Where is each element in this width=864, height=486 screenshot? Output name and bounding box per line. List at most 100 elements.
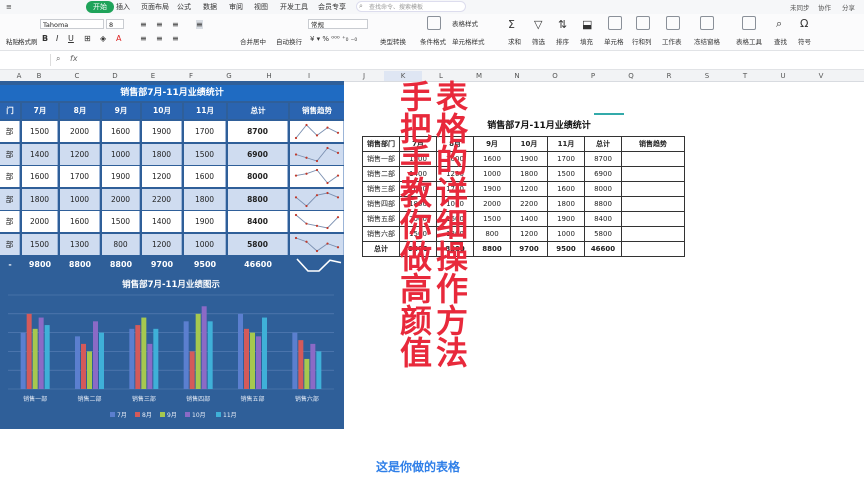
plain-table-cell[interactable] — [621, 211, 685, 227]
plain-table-cell[interactable]: 2000 — [473, 196, 511, 212]
plain-table-cell[interactable]: 1900 — [473, 181, 511, 197]
conditional-format-button[interactable]: 条件格式 — [420, 36, 446, 46]
font-color-icon[interactable]: A — [116, 34, 121, 43]
styled-table-cell[interactable]: 部 — [0, 121, 20, 142]
styled-table-cell[interactable]: 1400 — [142, 211, 182, 232]
align-bottom-icon[interactable]: ≡ — [172, 20, 179, 29]
styled-table-cell[interactable]: 2200 — [142, 188, 182, 210]
styled-total-cell[interactable]: 8800 — [102, 256, 140, 274]
plain-table-cell[interactable]: 1000 — [473, 166, 511, 182]
styled-table-row[interactable]: 部 1400 1200 1000 1800 1500 6900 — [0, 143, 344, 165]
menu-data[interactable]: 数据 — [203, 2, 217, 12]
zoom-formula-icon[interactable]: ⌕ — [56, 54, 60, 64]
styled-table-cell[interactable]: 2000 — [102, 188, 140, 210]
styled-table-cell[interactable]: 1000 — [60, 188, 100, 210]
column-header-b[interactable]: B — [20, 71, 58, 81]
styled-header-cell[interactable]: 门 — [0, 103, 20, 119]
column-header-q[interactable]: Q — [612, 71, 650, 81]
align-middle-icon[interactable]: ≡ — [156, 20, 163, 29]
styled-header-cell[interactable]: 总计 — [228, 103, 288, 119]
sheet-button[interactable]: 工作表 — [662, 36, 682, 46]
styled-table-cell[interactable]: 800 — [102, 233, 140, 255]
sync-status[interactable]: 未同步 — [790, 2, 810, 12]
styled-table-cell[interactable]: 1800 — [142, 143, 182, 165]
column-header-f[interactable]: F — [172, 71, 210, 81]
plain-table-cell[interactable]: 2200 — [510, 196, 548, 212]
column-header-o[interactable]: O — [536, 71, 574, 81]
rowcol-button[interactable]: 行和列 — [632, 36, 652, 46]
underline-button[interactable]: U — [68, 34, 74, 43]
styled-header-cell[interactable]: 9月 — [102, 103, 140, 119]
styled-header-cell[interactable]: 7月 — [22, 103, 58, 119]
plain-table-cell[interactable]: 1200 — [510, 226, 548, 242]
plain-table-cell[interactable]: 1900 — [547, 211, 585, 227]
plain-table-cell[interactable] — [621, 241, 685, 257]
plain-table-cell[interactable]: 46600 — [584, 241, 622, 257]
plain-table-cell[interactable]: 8400 — [584, 211, 622, 227]
search-input[interactable]: 查找命令、搜索模板 — [356, 1, 466, 12]
plain-table-cell[interactable]: 销售二部 — [362, 166, 400, 182]
styled-total-cell[interactable]: 9700 — [142, 256, 182, 274]
symbol-button[interactable]: 符号 — [798, 36, 811, 46]
styled-header-cell[interactable]: 销售趋势 — [290, 103, 344, 119]
plain-table-cell[interactable]: 总计 — [584, 136, 622, 152]
column-header-r[interactable]: R — [650, 71, 688, 81]
styled-table-cell[interactable]: 1800 — [22, 188, 58, 210]
plain-table-cell[interactable]: 1800 — [547, 196, 585, 212]
plain-table-cell[interactable]: 1400 — [510, 211, 548, 227]
plain-table-cell[interactable]: 5800 — [584, 226, 622, 242]
styled-table-cell[interactable]: 1200 — [142, 233, 182, 255]
styled-table-cell[interactable]: 部 — [0, 166, 20, 187]
styled-table-cell[interactable]: 部 — [0, 233, 20, 255]
plain-table-cell[interactable]: 1900 — [510, 151, 548, 167]
italic-button[interactable]: I — [56, 34, 58, 43]
plain-table-cell[interactable]: 9500 — [547, 241, 585, 257]
cell-style-button[interactable]: 单元格样式 — [452, 36, 485, 46]
styled-header-cell[interactable]: 8月 — [60, 103, 100, 119]
styled-table-row[interactable]: 部 2000 1600 1500 1400 1900 8400 — [0, 211, 344, 232]
currency-icon[interactable]: ¥ ▾ % ⁰⁰⁰ ⁺₀ ₋₀ — [310, 35, 357, 43]
merge-center-button[interactable]: 合并居中 — [240, 36, 266, 46]
column-header-u[interactable]: U — [764, 71, 802, 81]
styled-header-cell[interactable]: 11月 — [184, 103, 226, 119]
sparkline-cell[interactable] — [290, 143, 344, 165]
styled-table-cell[interactable]: 1500 — [102, 211, 140, 232]
collab-button[interactable]: 协作 — [818, 2, 831, 12]
styled-table-cell[interactable]: 1500 — [184, 143, 226, 165]
styled-table-cell[interactable]: 部 — [0, 143, 20, 165]
font-name-select[interactable]: Tahoma — [40, 19, 104, 29]
plain-table-cell[interactable] — [621, 151, 685, 167]
find-button[interactable]: 查找 — [774, 36, 787, 46]
column-header-e[interactable]: E — [134, 71, 172, 81]
filter-button[interactable]: 筛选 — [532, 36, 545, 46]
styled-table-cell[interactable]: 1600 — [22, 166, 58, 187]
column-header-j[interactable]: J — [345, 71, 383, 81]
styled-table-cell[interactable]: 8400 — [228, 211, 288, 232]
menu-file[interactable]: ≡ — [6, 2, 12, 12]
table-style-button[interactable]: 表格样式 — [452, 18, 478, 28]
styled-table-cell[interactable]: 1500 — [22, 121, 58, 142]
plain-table-cell[interactable]: 9月 — [473, 136, 511, 152]
font-size-select[interactable]: 8 — [106, 19, 124, 29]
name-box[interactable] — [0, 54, 51, 66]
column-header-g[interactable]: G — [210, 71, 248, 81]
styled-total-cell[interactable]: 46600 — [228, 256, 288, 274]
menu-insert[interactable]: 插入 — [116, 2, 130, 12]
plain-table-cell[interactable]: 1500 — [547, 166, 585, 182]
align-justify-icon[interactable]: ≡ — [156, 34, 163, 43]
styled-table-cell[interactable]: 1300 — [60, 233, 100, 255]
styled-table-cell[interactable]: 1900 — [184, 211, 226, 232]
table-tools-button[interactable]: 表格工具 — [736, 36, 762, 46]
sum-button[interactable]: 求和 — [508, 36, 521, 46]
plain-table-cell[interactable] — [621, 181, 685, 197]
styled-total-cell[interactable]: 9800 — [22, 256, 58, 274]
styled-table-cell[interactable]: 8700 — [228, 121, 288, 142]
column-header-v[interactable]: V — [802, 71, 840, 81]
plain-table-cell[interactable]: 总计 — [362, 241, 400, 257]
plain-table-cell[interactable]: 1200 — [510, 181, 548, 197]
sparkline-cell[interactable] — [290, 211, 344, 232]
column-header-t[interactable]: T — [726, 71, 764, 81]
styled-table-cell[interactable]: 1600 — [184, 166, 226, 187]
plain-table-cell[interactable]: 8800 — [584, 196, 622, 212]
menu-developer[interactable]: 开发工具 — [280, 2, 308, 12]
